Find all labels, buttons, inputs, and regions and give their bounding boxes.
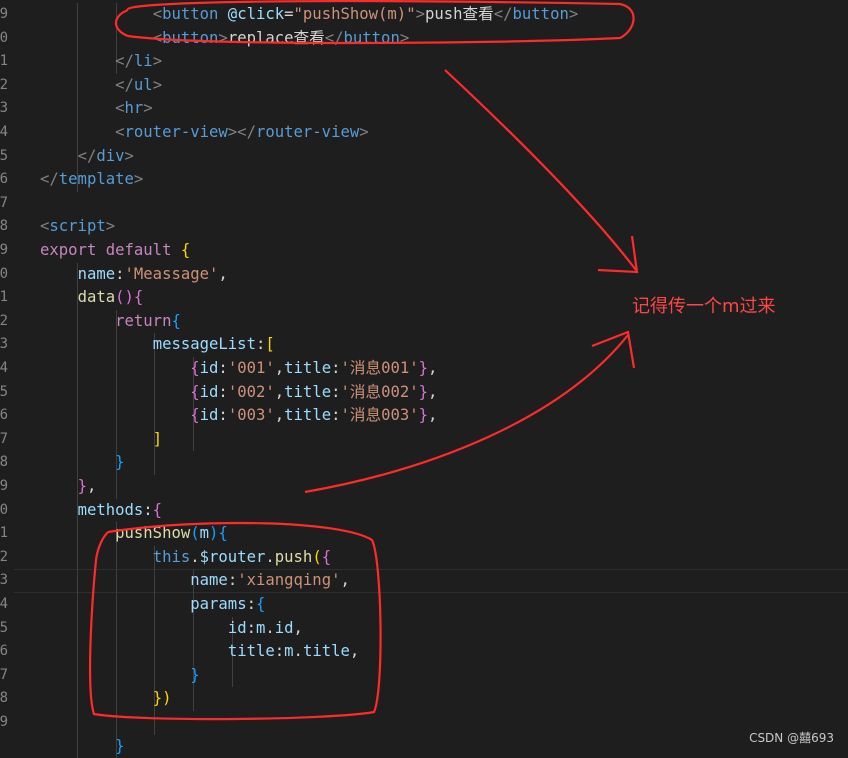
annotation-ellipse-top [114,0,635,45]
annotation-note: 记得传一个m过来 [632,296,776,317]
annotation-arrow-up [304,334,629,494]
annotation-arrow-down-head [597,235,639,274]
red-annotation-layer [88,0,639,721]
annotation-arrow-up-head [591,330,636,369]
annotation-arrow-down [444,69,637,271]
csdn-watermark: CSDN @囍693 [749,731,834,745]
annotation-box-method [88,521,382,721]
